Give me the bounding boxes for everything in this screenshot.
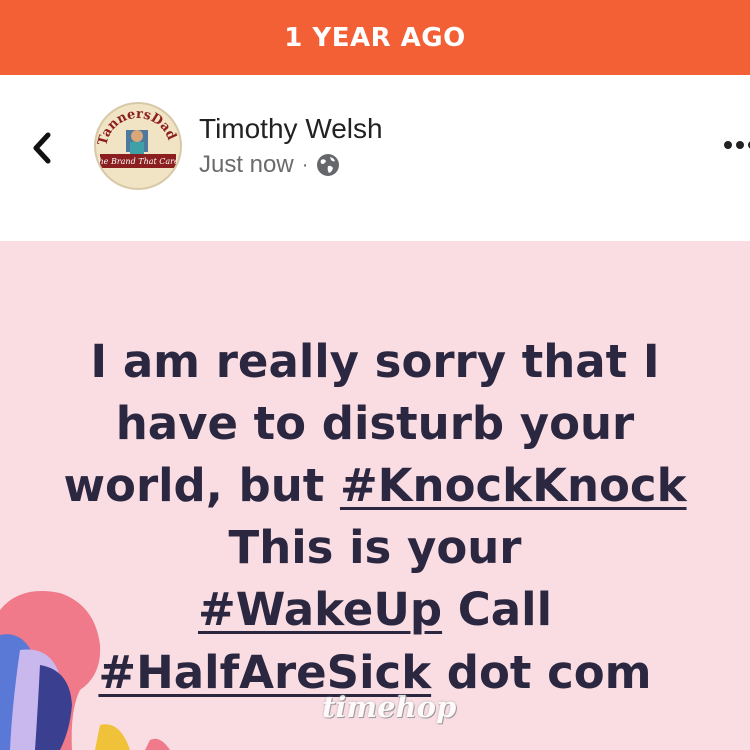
post-text-line-4: This is your <box>228 521 522 574</box>
post-text-line-1: I am really sorry that I <box>90 335 660 388</box>
hashtag-knockknock[interactable]: #KnockKnock <box>340 459 687 512</box>
post-timestamp[interactable]: Just now <box>199 151 294 179</box>
author-name[interactable]: Timothy Welsh <box>199 113 383 145</box>
post-text-line-2: have to disturb your <box>115 397 635 450</box>
avatar-banner-text: The Brand That Cares <box>96 157 180 166</box>
avatar[interactable]: TannersDad The Brand That Cares <box>94 102 182 190</box>
chevron-left-icon[interactable] <box>26 125 62 171</box>
post-meta: Just now · <box>199 151 340 179</box>
timehop-watermark: timehop <box>322 690 457 724</box>
post-header: TannersDad The Brand That Cares Timothy … <box>0 75 750 241</box>
post-text-line-5-suffix: Call <box>442 583 553 636</box>
post-text-line-3: world, but #KnockKnock <box>0 456 750 516</box>
memory-banner: 1 YEAR AGO <box>0 0 750 75</box>
memory-banner-label: 1 YEAR AGO <box>284 22 466 53</box>
women-silhouettes-illustration <box>0 591 170 750</box>
hashtag-wakeup[interactable]: #WakeUp <box>198 583 442 636</box>
globe-icon <box>317 154 340 176</box>
avatar-image: TannersDad The Brand That Cares <box>96 104 180 188</box>
meta-separator: · <box>301 153 309 176</box>
post-text-line-3-prefix: world, but <box>63 459 340 512</box>
post-text-line-6-suffix: dot com <box>431 646 652 699</box>
more-dots-icon[interactable] <box>718 135 750 155</box>
